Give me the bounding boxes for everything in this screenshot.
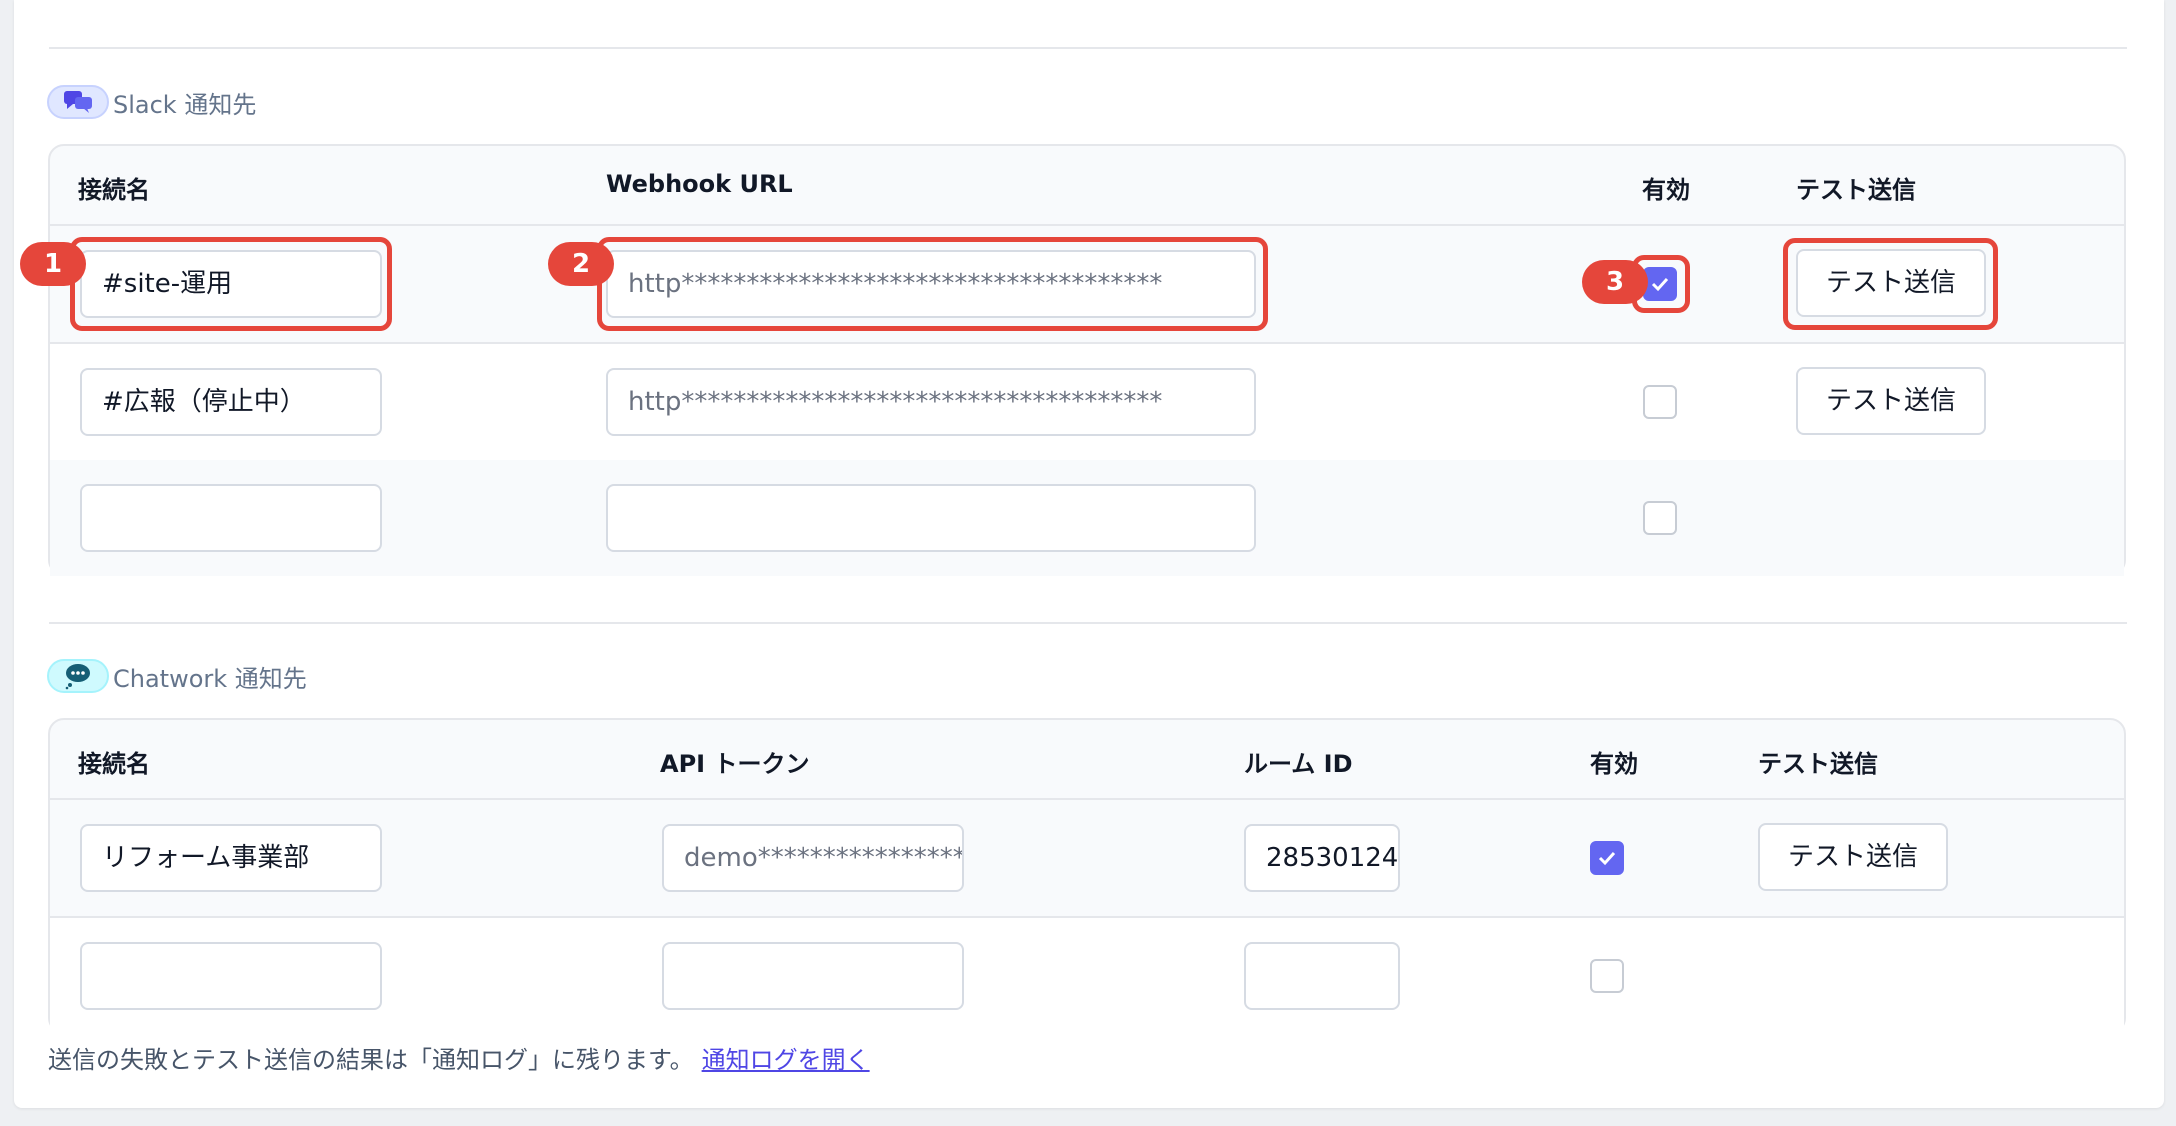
test-send-button[interactable]: テスト送信 [1796, 249, 1986, 317]
chatwork-section-title: Chatwork 通知先 [113, 664, 307, 693]
slack-section-title: Slack 通知先 [113, 90, 257, 119]
slack-section-header: Slack 通知先 [47, 82, 256, 122]
footer-note: 送信の失敗とテスト送信の結果は「通知ログ」に残ります。 通知ログを開く [48, 1040, 870, 1075]
col-test: テスト送信 [1796, 176, 1916, 204]
enabled-checkbox[interactable] [1590, 959, 1624, 993]
connection-name-input[interactable]: #広報（停止中） [80, 368, 382, 436]
connection-name-input[interactable]: リフォーム事業部 [80, 824, 382, 892]
slack-table-header: 接続名 Webhook URL 有効 テスト送信 [50, 146, 2124, 226]
annotation-badge-2: 2 [548, 242, 614, 286]
webhook-url-input[interactable] [606, 484, 1256, 552]
connection-name-input[interactable] [80, 942, 382, 1010]
section-divider [49, 622, 2127, 624]
col-name: 接続名 [78, 176, 150, 204]
annotation-badge-1: 1 [20, 242, 86, 286]
chatwork-bubble-icon [47, 659, 109, 693]
table-row [50, 918, 2124, 1034]
connection-name-input[interactable]: #site-運用 [80, 250, 382, 318]
enabled-checkbox[interactable] [1643, 385, 1677, 419]
table-row [50, 460, 2124, 576]
col-test: テスト送信 [1758, 750, 1878, 778]
table-row: #広報（停止中） http***************************… [50, 344, 2124, 462]
check-icon [1651, 277, 1669, 292]
enabled-checkbox[interactable] [1643, 501, 1677, 535]
webhook-url-input[interactable]: http************************************… [606, 368, 1256, 436]
chatwork-section-header: Chatwork 通知先 [47, 656, 307, 696]
enabled-checkbox[interactable] [1643, 267, 1677, 301]
room-id-input[interactable] [1244, 942, 1400, 1010]
api-token-input[interactable]: demo**************** [662, 824, 964, 892]
chatwork-table-header: 接続名 API トークン ルーム ID 有効 テスト送信 [50, 720, 2124, 800]
footer-text: 送信の失敗とテスト送信の結果は「通知ログ」に残ります。 [48, 1046, 694, 1074]
col-enabled: 有効 [1642, 176, 1690, 204]
slack-table: 接続名 Webhook URL 有効 テスト送信 #site-運用 http**… [48, 144, 2126, 576]
connection-name-input[interactable] [80, 484, 382, 552]
annotation-badge-3: 3 [1582, 260, 1648, 304]
api-token-input[interactable] [662, 942, 964, 1010]
col-webhook-url: Webhook URL [606, 170, 793, 198]
room-id-input[interactable]: 28530124 [1244, 824, 1400, 892]
col-enabled: 有効 [1590, 750, 1638, 778]
col-name: 接続名 [78, 750, 150, 778]
table-row: リフォーム事業部 demo**************** 28530124 テ… [50, 800, 2124, 918]
enabled-checkbox[interactable] [1590, 841, 1624, 875]
col-api-token: API トークン [660, 750, 810, 778]
open-notification-log-link[interactable]: 通知ログを開く [702, 1046, 870, 1074]
check-icon [1598, 851, 1616, 866]
table-row: #site-運用 http***************************… [50, 226, 2124, 344]
webhook-url-input[interactable]: http************************************… [606, 250, 1256, 318]
col-room-id: ルーム ID [1244, 750, 1353, 778]
chatwork-table: 接続名 API トークン ルーム ID 有効 テスト送信 リフォーム事業部 de… [48, 718, 2126, 1034]
top-divider [49, 47, 2127, 49]
test-send-button[interactable]: テスト送信 [1758, 823, 1948, 891]
test-send-button[interactable]: テスト送信 [1796, 367, 1986, 435]
slack-chat-icon [47, 85, 109, 119]
